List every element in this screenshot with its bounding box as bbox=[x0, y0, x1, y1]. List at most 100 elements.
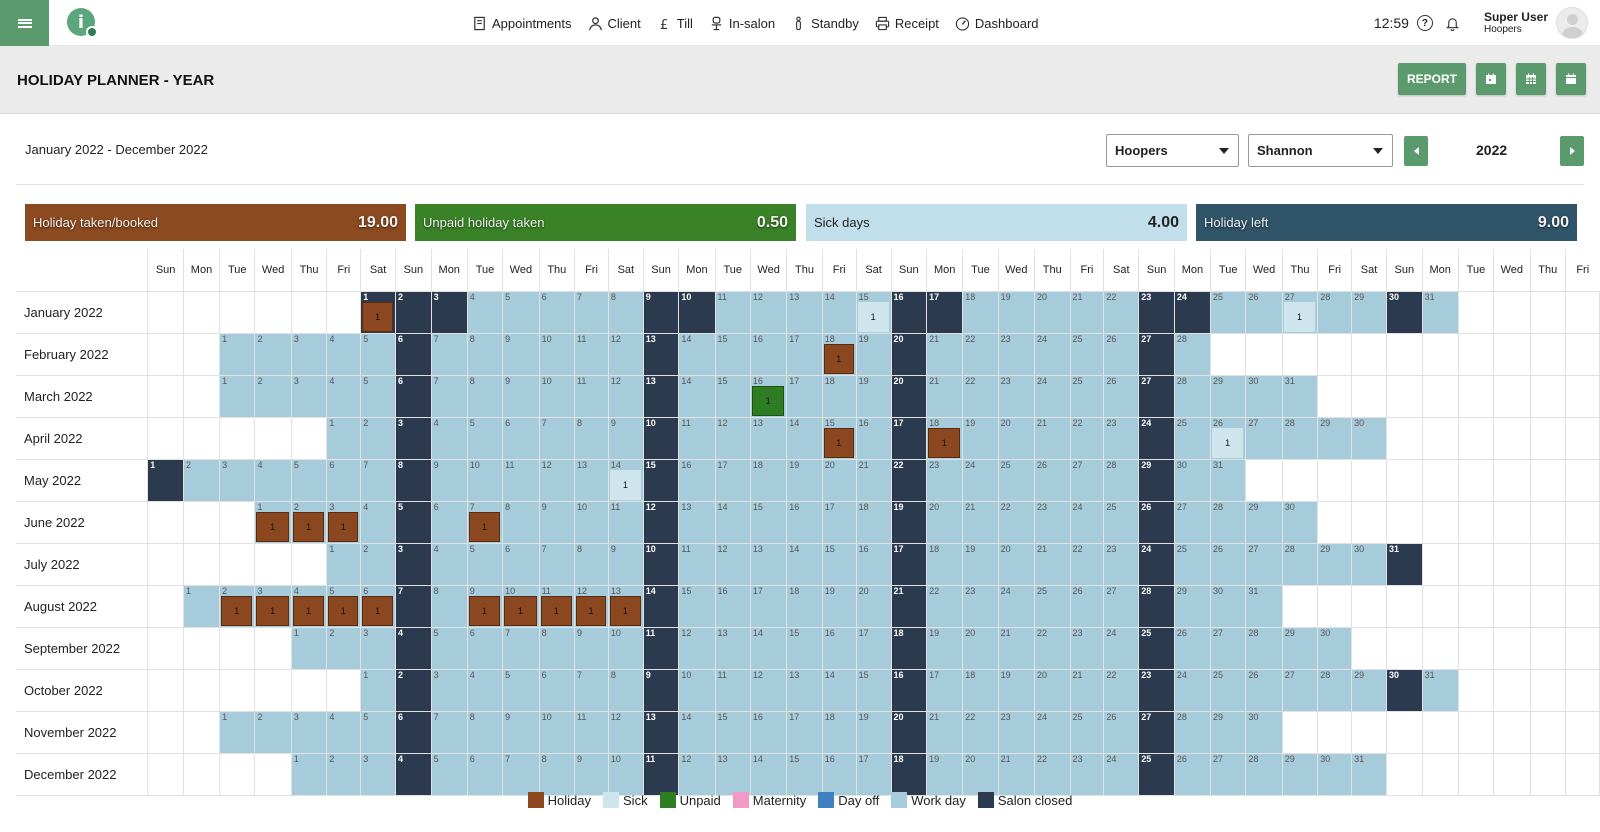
day-cell[interactable]: 4 bbox=[254, 458, 292, 502]
day-cell[interactable]: 26 bbox=[1069, 584, 1105, 628]
day-cell[interactable]: 17 bbox=[714, 458, 751, 502]
day-cell[interactable]: 18 bbox=[890, 626, 928, 670]
day-cell[interactable]: 4 bbox=[466, 290, 504, 334]
day-cell[interactable]: 14 bbox=[749, 752, 788, 796]
day-cell[interactable]: 18 bbox=[890, 752, 928, 796]
day-cell[interactable]: 18 bbox=[926, 542, 964, 586]
day-cell[interactable]: 22 bbox=[962, 374, 999, 418]
day-cell[interactable]: 18 bbox=[962, 290, 999, 334]
day-cell[interactable]: 28 bbox=[1245, 752, 1283, 796]
day-cell[interactable]: 9 bbox=[502, 710, 540, 754]
day-cell[interactable]: 7 bbox=[502, 626, 540, 670]
day-cell[interactable]: 18 bbox=[855, 500, 892, 544]
day-cell[interactable]: 1 bbox=[219, 374, 256, 418]
day-cell[interactable]: 27 bbox=[1103, 584, 1140, 628]
day-cell[interactable]: 21 bbox=[855, 458, 892, 502]
day-cell[interactable]: 12 bbox=[607, 332, 644, 376]
day-cell[interactable]: 21 bbox=[1069, 668, 1105, 712]
holiday-entry[interactable]: 1 bbox=[256, 595, 289, 626]
day-cell[interactable]: 15 bbox=[749, 500, 788, 544]
day-cell[interactable]: 6 bbox=[466, 752, 504, 796]
holiday-entry[interactable]: 1 bbox=[221, 595, 253, 626]
day-cell[interactable]: 22 bbox=[962, 710, 999, 754]
nav-till[interactable]: £ Till bbox=[657, 16, 693, 31]
day-cell[interactable]: 21 bbox=[926, 710, 964, 754]
day-cell[interactable]: 25 bbox=[1069, 332, 1105, 376]
day-cell[interactable]: 12 bbox=[714, 542, 751, 586]
day-cell[interactable]: 14 bbox=[678, 710, 716, 754]
day-cell[interactable]: 29 bbox=[1317, 542, 1353, 586]
day-cell[interactable]: 20 bbox=[890, 332, 928, 376]
day-cell[interactable]: 3 bbox=[360, 752, 397, 796]
day-cell[interactable]: 2 bbox=[360, 542, 397, 586]
day-cell[interactable]: 13 bbox=[678, 500, 716, 544]
day-cell[interactable]: 5 bbox=[502, 668, 540, 712]
day-cell[interactable]: 1 bbox=[147, 458, 184, 502]
day-cell[interactable]: 17 bbox=[749, 584, 788, 628]
day-cell[interactable]: 31 bbox=[1421, 668, 1459, 712]
day-cell[interactable]: 29 bbox=[1245, 500, 1283, 544]
day-cell[interactable]: 9 bbox=[574, 626, 609, 670]
day-cell[interactable]: 13 bbox=[642, 332, 680, 376]
day-cell[interactable]: 10 bbox=[642, 416, 680, 460]
day-cell[interactable]: 22 bbox=[1034, 626, 1071, 670]
day-cell[interactable]: 8 bbox=[607, 668, 644, 712]
day-cell[interactable]: 19 bbox=[962, 416, 999, 460]
day-cell[interactable]: 27 bbox=[1209, 626, 1247, 670]
day-cell[interactable]: 14 bbox=[749, 626, 788, 670]
day-cell[interactable]: 28 bbox=[1317, 668, 1353, 712]
day-cell[interactable]: 13 bbox=[642, 710, 680, 754]
day-cell[interactable]: 19 bbox=[855, 332, 892, 376]
day-cell[interactable]: 15 1 bbox=[821, 416, 857, 460]
day-cell[interactable]: 3 bbox=[290, 710, 328, 754]
unpaid-entry[interactable]: 1 bbox=[751, 385, 785, 416]
day-cell[interactable]: 10 bbox=[678, 290, 716, 334]
day-cell[interactable]: 25 bbox=[1173, 416, 1212, 460]
month-view-button[interactable] bbox=[1556, 63, 1586, 95]
day-cell[interactable]: 6 bbox=[538, 668, 576, 712]
nav-client[interactable]: Client bbox=[588, 16, 641, 31]
day-cell[interactable]: 24 bbox=[1034, 374, 1071, 418]
day-cell[interactable]: 4 bbox=[326, 710, 362, 754]
day-cell[interactable]: 16 bbox=[786, 500, 823, 544]
day-cell[interactable]: 3 bbox=[430, 290, 468, 334]
day-cell[interactable]: 22 bbox=[926, 584, 964, 628]
day-cell[interactable]: 23 bbox=[1069, 626, 1105, 670]
day-cell[interactable]: 5 bbox=[466, 542, 504, 586]
day-cell[interactable]: 27 bbox=[1209, 752, 1247, 796]
day-cell[interactable]: 6 bbox=[502, 416, 540, 460]
day-cell[interactable]: 31 bbox=[1385, 542, 1423, 586]
day-cell[interactable]: 6 bbox=[395, 710, 432, 754]
day-cell[interactable]: 1 bbox=[360, 668, 397, 712]
holiday-entry[interactable]: 1 bbox=[468, 511, 501, 542]
day-cell[interactable]: 20 bbox=[962, 626, 999, 670]
day-cell[interactable]: 29 bbox=[1209, 710, 1247, 754]
day-cell[interactable]: 15 bbox=[786, 626, 823, 670]
day-cell[interactable]: 1 bbox=[182, 584, 221, 628]
day-cell[interactable]: 3 bbox=[290, 374, 328, 418]
day-cell[interactable]: 11 bbox=[574, 374, 609, 418]
day-cell[interactable]: 17 bbox=[786, 710, 823, 754]
day-cell[interactable]: 31 bbox=[1351, 752, 1387, 796]
day-cell[interactable]: 12 bbox=[678, 752, 716, 796]
day-cell[interactable]: 23 bbox=[1138, 668, 1175, 712]
day-cell[interactable]: 27 bbox=[1173, 500, 1212, 544]
day-cell[interactable]: 13 bbox=[786, 668, 823, 712]
day-cell[interactable]: 22 bbox=[997, 500, 1036, 544]
day-cell[interactable]: 14 bbox=[821, 668, 857, 712]
day-cell[interactable]: 11 1 bbox=[538, 584, 576, 628]
holiday-entry[interactable]: 1 bbox=[504, 595, 537, 626]
day-cell[interactable]: 17 bbox=[855, 626, 892, 670]
day-cell[interactable]: 8 bbox=[466, 374, 504, 418]
day-cell[interactable]: 26 bbox=[1103, 332, 1140, 376]
day-cell[interactable]: 20 bbox=[1034, 668, 1071, 712]
day-cell[interactable]: 2 bbox=[395, 290, 432, 334]
day-cell[interactable]: 30 bbox=[1351, 416, 1387, 460]
day-cell[interactable]: 5 bbox=[360, 374, 397, 418]
day-cell[interactable]: 3 bbox=[395, 416, 432, 460]
day-cell[interactable]: 15 bbox=[714, 332, 751, 376]
day-cell[interactable]: 14 bbox=[714, 500, 751, 544]
next-year-button[interactable] bbox=[1560, 136, 1584, 166]
day-cell[interactable]: 17 bbox=[926, 290, 964, 334]
day-cell[interactable]: 7 bbox=[538, 416, 576, 460]
